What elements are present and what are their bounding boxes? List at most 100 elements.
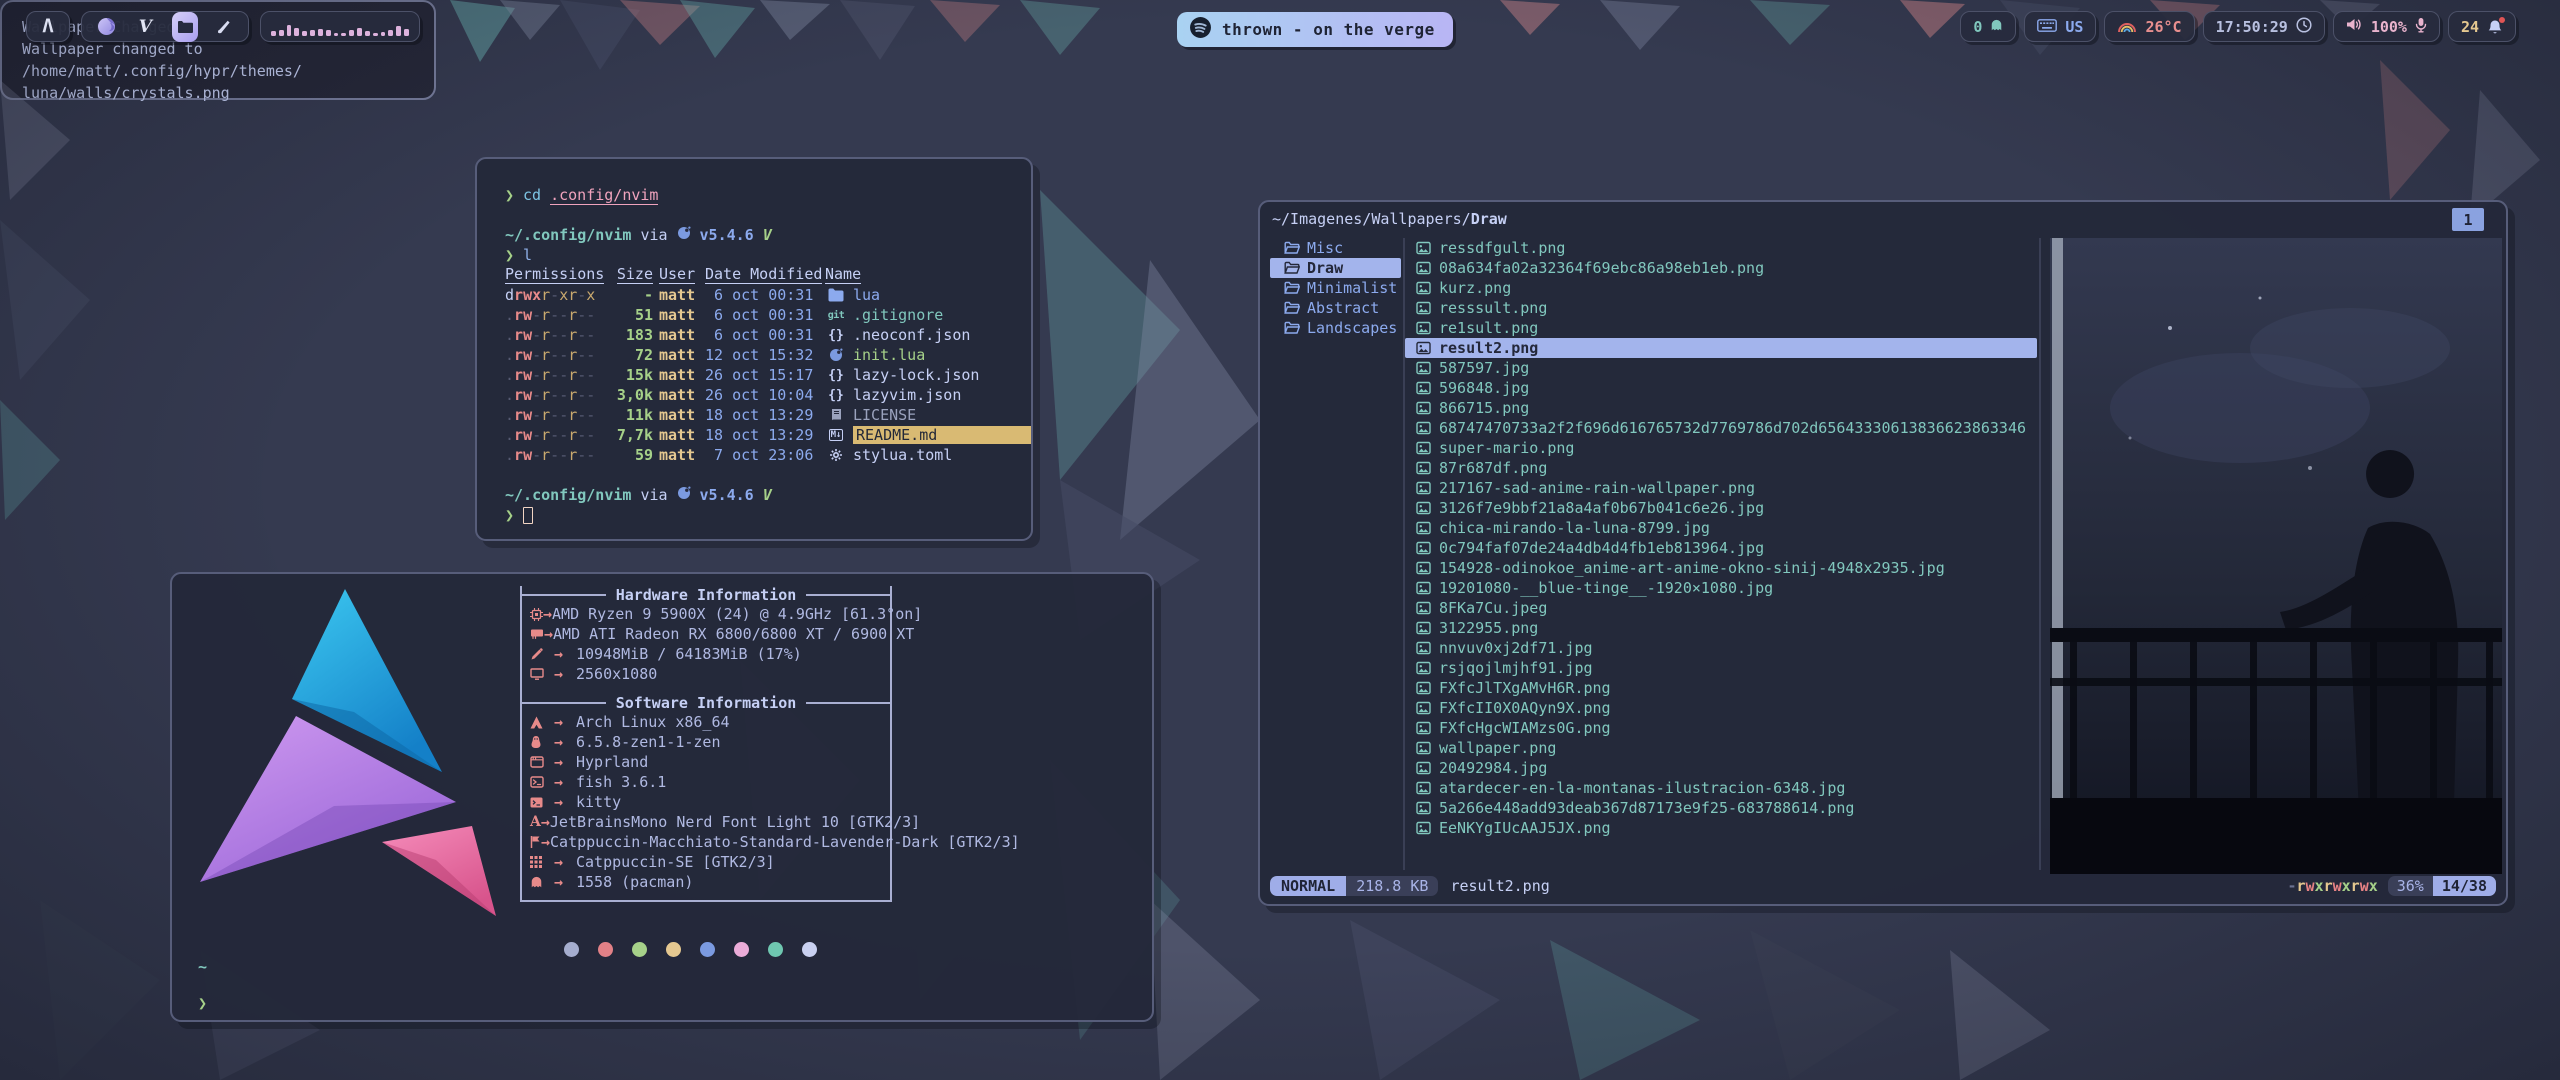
- file-list-item[interactable]: kurz.png: [1405, 278, 2037, 298]
- file-list-item[interactable]: re1sult.png: [1405, 318, 2037, 338]
- notifications-widget[interactable]: 24: [2448, 11, 2516, 42]
- clock-widget[interactable]: 17:50:29: [2203, 11, 2325, 42]
- fetch-info-value: kitty: [576, 793, 621, 811]
- audio-widget[interactable]: 100%: [2333, 11, 2440, 42]
- fetch-info-line: →1558 (pacman): [522, 872, 890, 892]
- media-player-widget[interactable]: thrown - on the verge: [1177, 12, 1453, 47]
- breadcrumb-path: ~/Imagenes/Wallpapers/Draw: [1272, 210, 1507, 228]
- updates-count: 0: [1973, 18, 1982, 36]
- fetch-info-line: →2560x1080: [522, 664, 890, 684]
- file-list-item[interactable]: FXfcII0X0AQyn9X.png: [1405, 698, 2037, 718]
- updates-widget[interactable]: 0: [1960, 11, 2016, 42]
- fetch-info-value: Catppuccin-SE [GTK2/3]: [576, 853, 775, 871]
- scroll-percent-badge: 36%: [2388, 876, 2433, 896]
- file-list-item[interactable]: super-mario.png: [1405, 438, 2037, 458]
- weather-widget[interactable]: 26°C: [2104, 11, 2194, 42]
- file-size-badge: 218.8 KB: [1346, 876, 1438, 896]
- file-list-item[interactable]: FXfcHgcWIAMzs0G.png: [1405, 718, 2037, 738]
- file-list-item[interactable]: 08a634fa02a32364f69ebc86a98eb1eb.png: [1405, 258, 2037, 278]
- file-list-item[interactable]: resssult.png: [1405, 298, 2037, 318]
- palette-dot: [802, 942, 817, 957]
- file-name: README.md: [853, 426, 1031, 444]
- image-file-icon: [1416, 481, 1431, 495]
- file-name: 08a634fa02a32364f69ebc86a98eb1eb.png: [1439, 259, 1764, 277]
- visualizer-bar: [326, 30, 331, 36]
- file-name: ressdfgult.png: [1439, 239, 1565, 257]
- fetch-info-value: fish 3.6.1: [576, 773, 666, 791]
- file-list-item[interactable]: 20492984.jpg: [1405, 758, 2037, 778]
- keyboard-layout-widget[interactable]: US: [2024, 11, 2096, 42]
- terminal-icon: [530, 797, 554, 808]
- visualizer-bar: [349, 30, 354, 36]
- memory-icon: [530, 648, 554, 661]
- terminal-cursor-line[interactable]: ❯: [505, 505, 1031, 525]
- file-list-item[interactable]: chica-mirando-la-luna-8799.jpg: [1405, 518, 2037, 538]
- file-name: lazyvim.json: [853, 386, 1031, 404]
- paintbrush-icon[interactable]: [211, 14, 237, 40]
- image-file-icon: [1416, 361, 1431, 375]
- folder-icon: [1284, 301, 1300, 315]
- visualizer-bar: [365, 31, 370, 36]
- folder-icon: [1284, 281, 1300, 295]
- file-list-item[interactable]: wallpaper.png: [1405, 738, 2037, 758]
- file-name: 87r687df.png: [1439, 459, 1547, 477]
- sidebar-dir-landscapes[interactable]: Landscapes: [1260, 318, 1401, 338]
- vim-icon[interactable]: V: [132, 14, 158, 40]
- file-list-item[interactable]: nnvuv0xj2df71.jpg: [1405, 638, 2037, 658]
- file-list-item[interactable]: 3122955.png: [1405, 618, 2037, 638]
- file-list-item[interactable]: 154928-odinokoe_anime-art-anime-okno-sin…: [1405, 558, 2037, 578]
- file-list-item[interactable]: result2.png: [1405, 338, 2037, 358]
- file-list-item[interactable]: 8FKa7Cu.jpeg: [1405, 598, 2037, 618]
- file-permissions: .rw-r--r--: [505, 406, 607, 424]
- file-permissions: .rw-r--r--: [505, 346, 607, 364]
- ls-file-row: .rw-r--r--3,0kmatt26 oct 10:04{}lazyvim.…: [505, 385, 1031, 405]
- file-list-item[interactable]: rsjqojlmjhf91.jpg: [1405, 658, 2037, 678]
- image-file-icon: [1416, 601, 1431, 615]
- fetch-info-line: →fish 3.6.1: [522, 772, 890, 792]
- file-name: FXfcHgcWIAMzs0G.png: [1439, 719, 1611, 737]
- image-file-icon: [1416, 301, 1431, 315]
- file-size: 59: [635, 446, 653, 464]
- visualizer-bar: [334, 33, 339, 36]
- sidebar-dir-abstract[interactable]: Abstract: [1260, 298, 1401, 318]
- sidebar-dir-draw[interactable]: Draw: [1270, 258, 1401, 278]
- file-list-item[interactable]: 217167-sad-anime-rain-wallpaper.png: [1405, 478, 2037, 498]
- firefox-icon[interactable]: [93, 14, 119, 40]
- sidebar-dir-misc[interactable]: Misc: [1260, 238, 1401, 258]
- file-list-item[interactable]: 19201080-__blue-tinge__-1920×1080.jpg: [1405, 578, 2037, 598]
- wm-icon: [530, 756, 554, 768]
- file-list-item[interactable]: 5a266e448add93deab367d87173e9f25-6837886…: [1405, 798, 2037, 818]
- image-file-icon: [1416, 621, 1431, 635]
- sidebar-dir-minimalist[interactable]: Minimalist: [1260, 278, 1401, 298]
- file-list-item[interactable]: 587597.jpg: [1405, 358, 2037, 378]
- fetch-info-line: →Arch Linux x86_64: [522, 712, 890, 732]
- dir-name: Minimalist: [1307, 279, 1397, 297]
- file-list-item[interactable]: ressdfgult.png: [1405, 238, 2037, 258]
- file-list-item[interactable]: EeNKYgIUcAAJ5JX.png: [1405, 818, 2037, 838]
- tab-indicator[interactable]: 1: [2452, 208, 2484, 231]
- palette-dot: [768, 942, 783, 957]
- image-file-icon: [1416, 821, 1431, 835]
- file-list-item[interactable]: 87r687df.png: [1405, 458, 2037, 478]
- fetch-info-value: 6.5.8-zen1-1-zen: [576, 733, 721, 751]
- fetch-info-value: AMD Ryzen 9 5900X (24) @ 4.9GHz [61.3°on…: [552, 605, 922, 623]
- image-file-icon: [1416, 781, 1431, 795]
- file-name: 587597.jpg: [1439, 359, 1529, 377]
- file-list-item[interactable]: atardecer-en-la-montanas-ilustracion-634…: [1405, 778, 2037, 798]
- app-launcher-button[interactable]: Λ: [26, 11, 70, 42]
- image-file-icon: [1416, 641, 1431, 655]
- file-list-item[interactable]: 0c794faf07de24a4db4d4fb1eb813964.jpg: [1405, 538, 2037, 558]
- file-list-item[interactable]: 866715.png: [1405, 398, 2037, 418]
- arch-logo-icon: Λ: [42, 17, 53, 36]
- file-list-item[interactable]: 596848.jpg: [1405, 378, 2037, 398]
- now-playing-title: thrown - on the verge: [1222, 20, 1435, 39]
- spotify-icon: [1189, 16, 1212, 43]
- file-name: 3122955.png: [1439, 619, 1538, 637]
- file-manager-icon[interactable]: [172, 14, 198, 40]
- file-list-item[interactable]: 3126f7e9bbf21a8a4af0b67b041c6e26.jpg: [1405, 498, 2037, 518]
- file-name: rsjqojlmjhf91.jpg: [1439, 659, 1593, 677]
- fetch-info-value: 1558 (pacman): [576, 873, 693, 891]
- file-list-item[interactable]: 68747470733a2f2f696d616765732d7769786d70…: [1405, 418, 2037, 438]
- file-list-item[interactable]: FXfcJlTXgAMvH6R.png: [1405, 678, 2037, 698]
- terminal-window[interactable]: ❯cd.config/nvim ~/.config/nvimviav5.4.6V…: [475, 157, 1033, 541]
